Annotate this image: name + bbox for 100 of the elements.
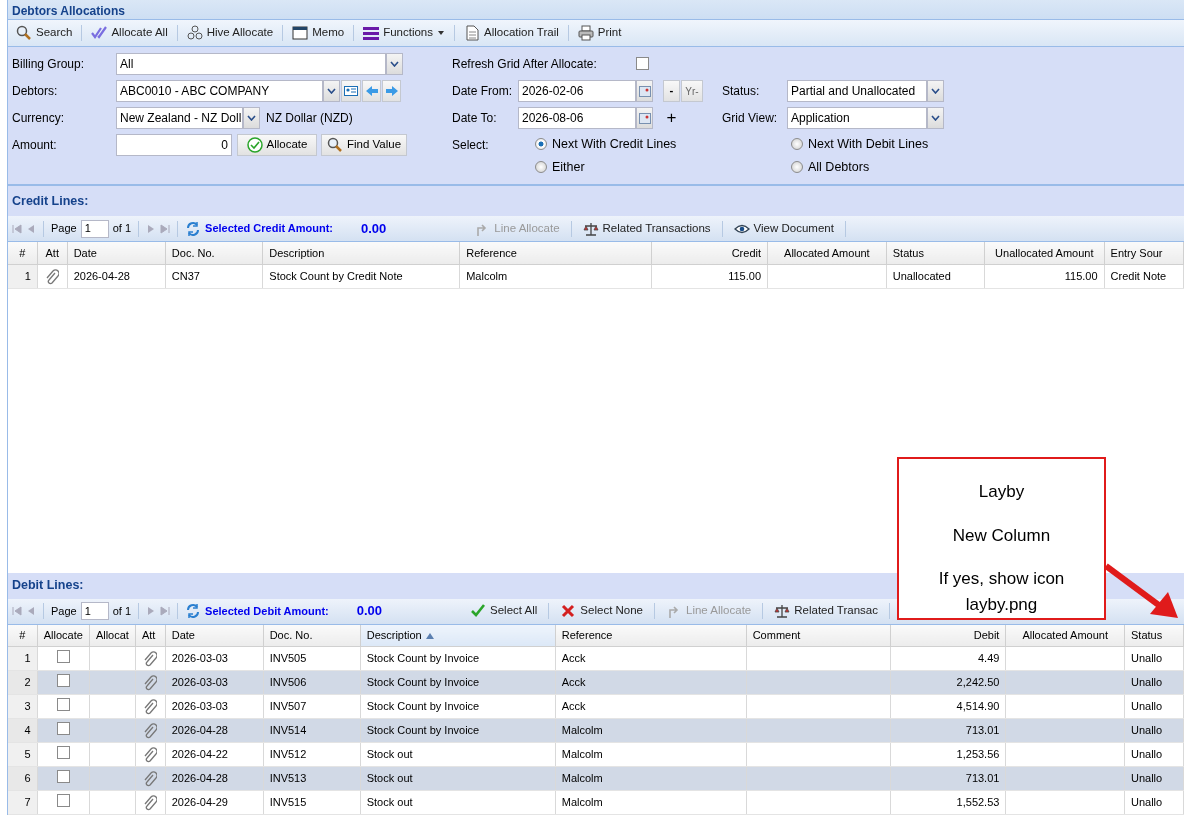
column-header[interactable]: Date	[67, 242, 166, 264]
find-value-button[interactable]: Find Value	[321, 134, 407, 156]
page-count: of 1	[112, 221, 132, 237]
toolbar-button[interactable]: Functions	[359, 22, 449, 44]
toolbar-button[interactable]: Allocate All	[87, 22, 172, 44]
dropdown-button[interactable]	[243, 107, 260, 129]
calendar-button[interactable]	[636, 107, 653, 129]
toolbar-button[interactable]: Select None	[556, 600, 647, 622]
checkbox[interactable]	[56, 649, 70, 663]
column-header[interactable]: Allocated Amount	[767, 242, 887, 264]
amount-field[interactable]: 0	[116, 134, 232, 156]
table-cell: Malcolm	[459, 264, 652, 288]
refresh-icon	[185, 220, 202, 237]
checkbox[interactable]	[56, 769, 70, 783]
column-header[interactable]: Description	[262, 242, 460, 264]
dropdown-button[interactable]	[927, 107, 944, 129]
first-page-icon	[12, 606, 22, 616]
checkbox[interactable]	[56, 697, 70, 711]
table-cell: 4.49	[890, 646, 1006, 671]
refresh-icon	[185, 603, 202, 619]
previous-page-icon	[26, 606, 36, 616]
search-icon	[16, 25, 32, 41]
column-header[interactable]: Entry Sour	[1104, 242, 1184, 264]
status-dropdown[interactable]: Partial and Unallocated	[787, 80, 927, 102]
field-label: Billing Group:	[12, 56, 85, 73]
previous-button[interactable]	[362, 80, 381, 102]
field-label: Select:	[452, 137, 489, 154]
column-header[interactable]: Reference	[555, 624, 747, 647]
chevron-icon	[390, 61, 399, 67]
amount-value: 0.00	[361, 219, 387, 238]
radio-option[interactable]: Next With Credit Lines	[535, 135, 677, 154]
table-cell: INV512	[263, 742, 361, 767]
next-button[interactable]	[382, 80, 401, 102]
field-label: Grid View:	[722, 110, 778, 127]
column-header[interactable]: Doc. No.	[165, 242, 263, 264]
toolbar-button[interactable]: Related Transac	[770, 600, 882, 622]
toolbar-button[interactable]: Print	[573, 22, 626, 44]
column-header[interactable]: #	[8, 624, 38, 647]
toolbar-button[interactable]: Select All	[466, 600, 542, 622]
chevron-icon	[931, 88, 940, 94]
field-label: Refresh Grid After Allocate:	[452, 56, 597, 73]
column-header[interactable]: #	[8, 242, 38, 264]
calendar-button[interactable]	[636, 80, 653, 102]
table-cell: Malcolm	[555, 718, 747, 743]
column-header[interactable]: Reference	[459, 242, 652, 264]
table-cell: 2026-04-28	[67, 264, 166, 288]
calendar-icon	[292, 25, 309, 41]
search-button[interactable]: Search	[12, 22, 77, 44]
checkbox[interactable]	[56, 673, 70, 687]
double-check-icon	[91, 25, 108, 41]
currency-dropdown[interactable]: New Zealand - NZ Doll	[116, 107, 243, 129]
date-to-field[interactable]: 2026-08-06	[518, 107, 636, 129]
table-cell: Malcolm	[555, 766, 747, 791]
checkbox[interactable]	[56, 793, 70, 807]
left-arrow-icon	[364, 85, 379, 97]
first-page-icon	[12, 223, 22, 234]
column-header[interactable]: Status	[886, 242, 985, 264]
paperclip-icon	[45, 268, 60, 285]
plus-button[interactable]: +	[663, 107, 680, 129]
column-header[interactable]: Unallocated Amount	[984, 242, 1105, 264]
column-header[interactable]: Comment	[746, 624, 891, 647]
field-label: Status:	[722, 83, 760, 100]
dropdown-button[interactable]	[927, 80, 944, 102]
toolbar-button[interactable]: Allocation Trail	[460, 22, 563, 44]
table-cell: Stock Count by Invoice	[360, 694, 556, 719]
debtor-dropdown[interactable]: ABC0010 - ABC COMPANY	[116, 80, 323, 102]
contact-card-button[interactable]	[341, 80, 361, 102]
toolbar-button[interactable]: Related Transactions	[578, 217, 715, 240]
dropdown-button[interactable]	[323, 80, 340, 102]
year-back-button[interactable]: Yr-	[681, 80, 703, 102]
grid-view-dropdown[interactable]: Application	[787, 107, 927, 129]
toolbar-button[interactable]: Memo	[288, 22, 349, 44]
checkbox[interactable]	[56, 745, 70, 759]
billing-group-dropdown[interactable]: All	[116, 53, 386, 75]
page-field[interactable]: 1	[80, 602, 109, 620]
table-cell: 1,253.56	[890, 742, 1006, 767]
column-header[interactable]: Description	[360, 624, 556, 647]
table-cell: 3	[8, 694, 38, 719]
column-header[interactable]: Credit	[651, 242, 768, 264]
radio-option[interactable]: Either	[535, 158, 585, 177]
checkbox[interactable]	[636, 57, 649, 70]
page-field[interactable]: 1	[80, 219, 109, 238]
dropdown-button[interactable]	[386, 53, 403, 75]
radio-option[interactable]: Next With Debit Lines	[791, 135, 929, 154]
table-cell: 115.00	[984, 264, 1105, 288]
table-cell: 2026-03-03	[165, 694, 264, 719]
date-from-field[interactable]: 2026-02-06	[518, 80, 636, 102]
column-header[interactable]: Att	[37, 242, 68, 264]
allocate-button[interactable]: Allocate	[237, 134, 317, 156]
table-cell: Acck	[555, 694, 747, 719]
minus-button[interactable]: -	[663, 80, 680, 102]
field-label: Debtors:	[12, 83, 58, 100]
currency-name: NZ Dollar (NZD)	[266, 110, 353, 127]
table-cell: Credit Note	[1104, 264, 1184, 288]
toolbar-button[interactable]: View Document	[729, 217, 838, 240]
checkbox[interactable]	[56, 721, 70, 735]
table-cell: INV515	[263, 790, 361, 815]
section-title: Credit Lines:	[8, 186, 1184, 216]
radio-option[interactable]: All Debtors	[791, 158, 870, 177]
toolbar-button[interactable]: Hive Allocate	[182, 22, 278, 44]
